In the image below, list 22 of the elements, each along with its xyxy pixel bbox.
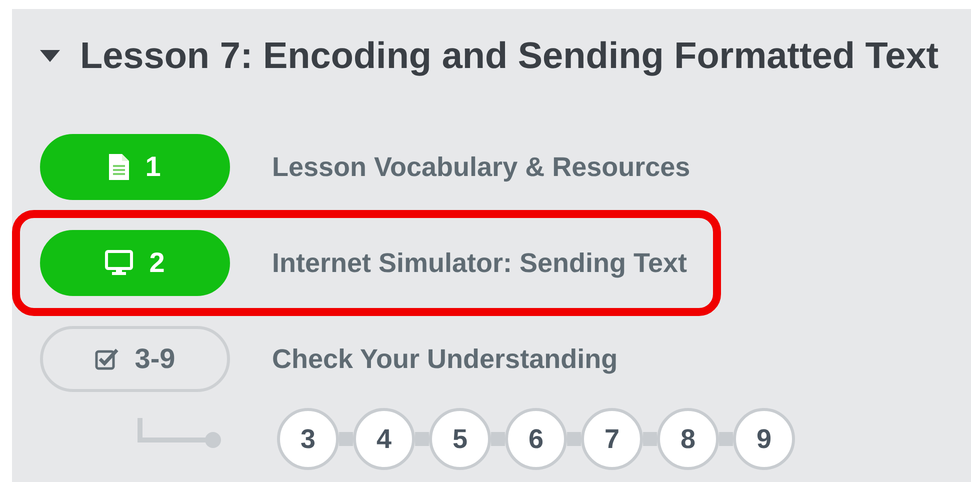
activity-button[interactable]: 3-9 — [40, 326, 230, 392]
level-bubble[interactable]: 8 — [657, 408, 719, 470]
connector-bar — [643, 432, 657, 446]
activity-title[interactable]: Internet Simulator: Sending Text — [272, 248, 688, 278]
activity-title[interactable]: Check Your Understanding — [272, 344, 618, 374]
lesson-title: Lesson 7: Encoding and Sending Formatted Text — [80, 35, 939, 77]
connector-bar — [567, 432, 581, 446]
level-bubble[interactable]: 9 — [733, 408, 795, 470]
collapse-caret-icon[interactable] — [40, 50, 60, 62]
connector-bar — [719, 432, 733, 446]
connector-bar — [415, 432, 429, 446]
level-bubble[interactable]: 3 — [277, 408, 339, 470]
connector-bar — [491, 432, 505, 446]
level-bubble[interactable]: 4 — [353, 408, 415, 470]
activity-title[interactable]: Lesson Vocabulary & Resources — [272, 152, 690, 182]
document-icon — [109, 154, 130, 180]
connector-bar — [339, 432, 353, 446]
level-bubble[interactable]: 5 — [429, 408, 491, 470]
checkbox-icon — [94, 348, 119, 370]
monitor-icon — [105, 250, 134, 276]
level-bubble[interactable]: 7 — [581, 408, 643, 470]
level-bubble[interactable]: 6 — [505, 408, 567, 470]
